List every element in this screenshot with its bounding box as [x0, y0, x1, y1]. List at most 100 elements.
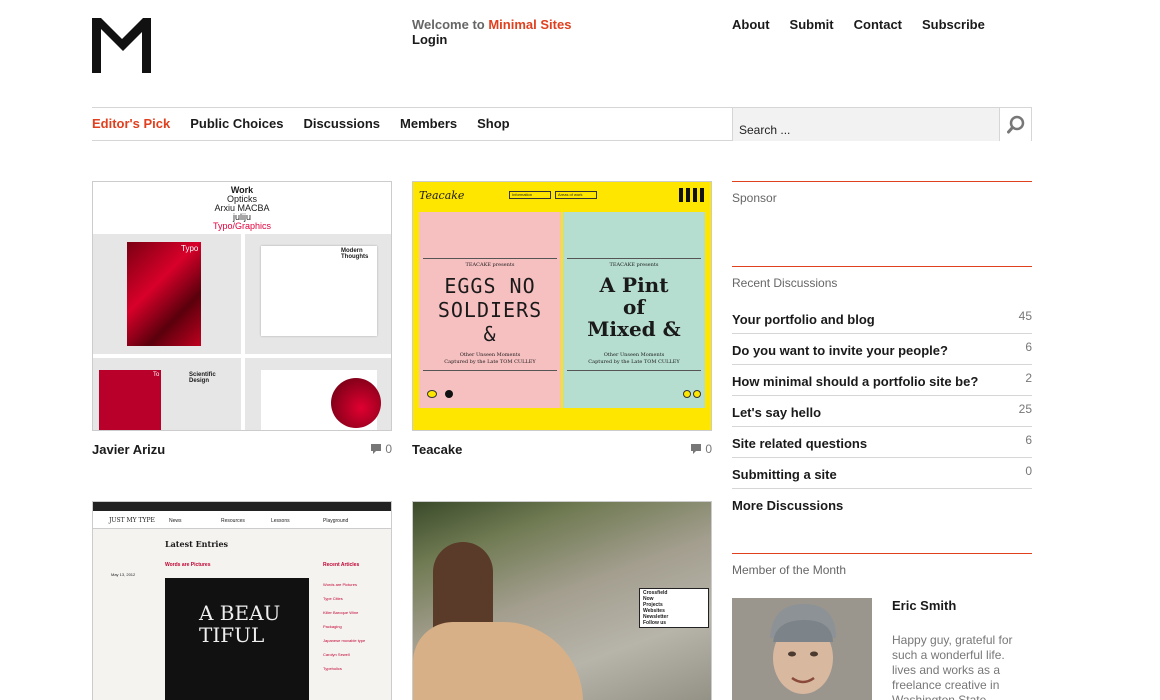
comment-icon: [371, 444, 382, 454]
logo-icon: [92, 18, 151, 73]
site-thumbnail[interactable]: Work Opticks Arxiu MACBA juliju Typo/Gra…: [92, 181, 392, 431]
member-bio: Happy guy, grateful for such a wonderful…: [892, 633, 1013, 700]
site-card[interactable]: Crossfield Now Projects Websites Newslet…: [412, 501, 712, 700]
search-button[interactable]: [999, 108, 1031, 141]
thumb-nav-item: Resources: [221, 518, 245, 524]
top-nav-contact[interactable]: Contact: [854, 17, 902, 32]
discussion-count: 45: [1018, 309, 1032, 323]
nav-members[interactable]: Members: [400, 116, 457, 131]
discussion-item[interactable]: Your portfolio and blog 45: [732, 303, 1032, 334]
search-input[interactable]: [733, 108, 1001, 141]
thumb-label: Scientific Design: [189, 372, 216, 384]
thumb-sidebar-item: Carolyn Sewell: [323, 652, 350, 657]
thumb-nav: JUST MY TYPE News Resources Lessons Play…: [93, 511, 391, 529]
panel-sub: Other Unseen Moments: [459, 352, 521, 358]
panel-headline: A Pint of Mixed &: [587, 273, 681, 341]
thumb-sidebar-item: Killer Baroque Wine Packaging: [323, 610, 359, 629]
thumb-image: [99, 370, 161, 430]
discussion-title[interactable]: Your portfolio and blog: [732, 312, 875, 327]
site-card[interactable]: Work Opticks Arxiu MACBA juliju Typo/Gra…: [92, 181, 392, 466]
thumb-label: Modern Thoughts: [341, 248, 369, 260]
thumb-nav-item: News: [169, 518, 182, 524]
discussion-title[interactable]: How minimal should a portfolio site be?: [732, 374, 978, 389]
discussion-title[interactable]: Site related questions: [732, 436, 867, 451]
search-icon: [1007, 115, 1025, 134]
discussion-title[interactable]: Do you want to invite your people?: [732, 343, 948, 358]
thumb-cell: Typo: [93, 234, 241, 354]
comment-count[interactable]: 0: [691, 442, 712, 456]
discussion-title[interactable]: Submitting a site: [732, 467, 837, 482]
thumb-sidebar-item: Typeholics: [323, 666, 342, 671]
thumb-sidebar-item: Type Cities: [323, 596, 343, 601]
panel-headline: EGGS NO SOLDIERS &: [437, 274, 543, 346]
top-nav-about[interactable]: About: [732, 17, 770, 32]
member-name[interactable]: Eric Smith: [892, 598, 956, 613]
thumb-menu: Crossfield Now Projects Websites Newslet…: [639, 588, 709, 628]
discussion-item[interactable]: How minimal should a portfolio site be? …: [732, 365, 1032, 396]
member-avatar[interactable]: [732, 598, 872, 700]
top-nav-subscribe[interactable]: Subscribe: [922, 17, 985, 32]
main-nav-bar: Editor's Pick Public Choices Discussions…: [92, 107, 1032, 141]
panel-credit: Captured by the Late TOM CULLEY: [588, 359, 680, 365]
thumb-sidebar-item: Japanese movable type: [323, 638, 366, 643]
login-link[interactable]: Login: [412, 32, 571, 47]
discussion-count: 0: [1025, 464, 1032, 478]
thumb-menu-item: Areas of work: [555, 191, 597, 199]
search-box: [732, 108, 1032, 141]
panel-kicker: TEACAKE presents: [609, 262, 659, 268]
thumb-cell: [245, 358, 391, 430]
nav-shop[interactable]: Shop: [477, 116, 510, 131]
thumb-post-date: May 13, 2012: [111, 572, 136, 577]
card-title[interactable]: Javier Arizu: [92, 442, 165, 457]
recent-discussions-title: Recent Discussions: [732, 276, 838, 290]
thumb-menu-item: Information: [509, 191, 551, 199]
discussion-title[interactable]: Let's say hello: [732, 405, 821, 420]
section-divider: [732, 553, 1032, 554]
brand-name[interactable]: Minimal Sites: [488, 17, 571, 32]
nav-public-choices[interactable]: Public Choices: [190, 116, 283, 131]
nav-editors-pick[interactable]: Editor's Pick: [92, 116, 170, 131]
panel-credit: Captured by the Late TOM CULLEY: [444, 359, 536, 365]
thumb-brand: Teacake: [419, 189, 465, 202]
top-nav-submit[interactable]: Submit: [790, 17, 834, 32]
site-card[interactable]: Teacake Information Areas of work TEACAK…: [412, 181, 712, 466]
site-thumbnail[interactable]: Teacake Information Areas of work TEACAK…: [412, 181, 712, 431]
card-title[interactable]: Teacake: [412, 442, 462, 457]
discussion-item[interactable]: Submitting a site 0: [732, 458, 1032, 489]
more-discussions-link[interactable]: More Discussions: [732, 489, 1032, 520]
top-nav: About Submit Contact Subscribe: [732, 17, 985, 32]
comment-count-value: 0: [385, 442, 392, 456]
thumb-panel: TEACAKE presents EGGS NO SOLDIERS & Othe…: [419, 212, 561, 408]
discussion-item[interactable]: Let's say hello 25: [732, 396, 1032, 427]
thumb-line: Typo/Graphics: [212, 221, 272, 231]
thumb-menu-item: Follow us: [643, 620, 667, 626]
section-divider: [732, 181, 1032, 182]
comment-count-value: 0: [705, 442, 712, 456]
discussion-count: 2: [1025, 371, 1032, 385]
nav-discussions[interactable]: Discussions: [303, 116, 380, 131]
section-divider: [732, 266, 1032, 267]
site-logo[interactable]: [92, 18, 152, 73]
thumb-topbar: [93, 502, 391, 511]
thumb-image: [127, 242, 201, 346]
thumb-label: Typo: [181, 244, 199, 253]
comment-count[interactable]: 0: [371, 442, 392, 456]
thumb-menu: Work Opticks Arxiu MACBA juliju Typo/Gra…: [93, 182, 391, 234]
panel-kicker: TEACAKE presents: [465, 262, 515, 268]
discussion-item[interactable]: Site related questions 6: [732, 427, 1032, 458]
thumb-panel: TEACAKE presents A Pint of Mixed & Other…: [563, 212, 705, 408]
thumb-circle: [331, 378, 381, 428]
site-card[interactable]: JUST MY TYPE News Resources Lessons Play…: [92, 501, 392, 700]
thumb-post-title: Words are Pictures: [165, 562, 211, 568]
thumb-label: To: [153, 372, 160, 378]
main-nav: Editor's Pick Public Choices Discussions…: [92, 116, 510, 131]
thumb-icons: [679, 188, 705, 202]
discussion-item[interactable]: Do you want to invite your people? 6: [732, 334, 1032, 365]
member-of-month-title: Member of the Month: [732, 563, 847, 577]
thumb-cell: Modern Thoughts: [245, 234, 391, 354]
thumb-heading: Latest Entries: [165, 539, 229, 549]
site-thumbnail[interactable]: Crossfield Now Projects Websites Newslet…: [412, 501, 712, 700]
thumb-nav-item: Playground: [323, 518, 349, 524]
site-thumbnail[interactable]: JUST MY TYPE News Resources Lessons Play…: [92, 501, 392, 700]
discussion-count: 6: [1025, 340, 1032, 354]
